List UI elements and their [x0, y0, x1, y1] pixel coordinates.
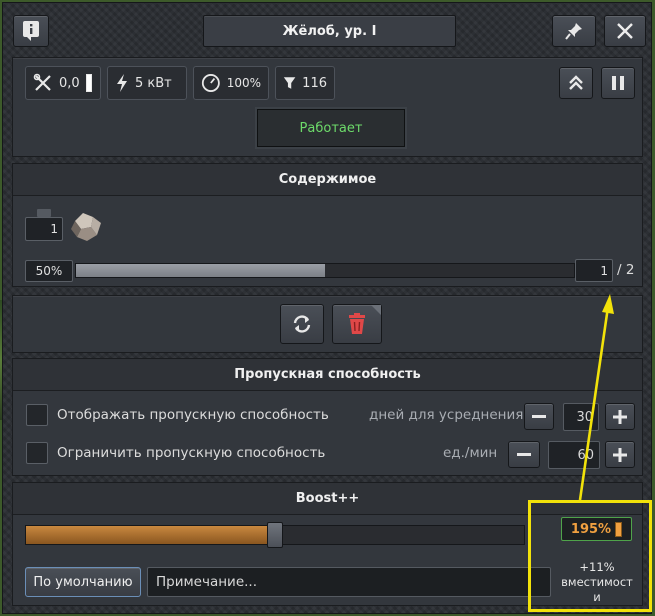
info-icon — [23, 21, 39, 41]
item-count-box: 1 — [25, 217, 63, 241]
filter-value: 116 — [302, 75, 327, 91]
corner-fold — [371, 305, 381, 315]
state-display: Работает — [257, 109, 405, 147]
days-minus-button[interactable] — [524, 403, 554, 430]
contents-title: Содержимое — [13, 164, 642, 196]
filter-icon — [283, 77, 296, 89]
wrench-icon — [33, 73, 51, 91]
building-window: Жёлоб, ур. I 0,0 5 кВт 100% 116 Работает… — [2, 2, 652, 614]
trash-icon — [349, 313, 365, 334]
item-count-tab — [37, 209, 51, 217]
double-chevron-up-icon — [569, 75, 583, 90]
fill-percent: 50% — [35, 264, 63, 278]
title-plate: Жёлоб, ур. I — [203, 15, 456, 47]
boost-bar-icon — [615, 521, 623, 537]
state-label: Работает — [299, 120, 363, 136]
delete-button[interactable] — [332, 304, 382, 344]
days-value: 30 — [576, 409, 593, 425]
repair-value: 0,0 — [59, 75, 80, 91]
item-count: 1 — [50, 222, 58, 236]
lightning-icon — [117, 74, 127, 92]
plus-icon — [613, 409, 627, 424]
boost-slider[interactable] — [25, 522, 525, 548]
boost-percent: 195% — [570, 521, 612, 537]
repair-indicator: 0,0 — [25, 66, 101, 100]
window-title: Жёлоб, ур. I — [282, 23, 377, 39]
efficiency-value: 100% — [226, 76, 261, 90]
slot-max: / 2 — [617, 262, 635, 278]
rock-icon[interactable] — [69, 209, 103, 243]
pause-button[interactable] — [601, 67, 635, 99]
minus-icon — [517, 452, 531, 456]
minus-icon — [532, 414, 546, 418]
swap-button[interactable] — [280, 304, 324, 344]
default-button[interactable]: По умолчанию — [25, 567, 141, 597]
actions-panel — [12, 295, 643, 353]
boost-title: Boost++ — [13, 483, 642, 515]
refresh-icon — [293, 315, 311, 333]
units-minus-button[interactable] — [508, 441, 540, 468]
fill-bar — [75, 263, 575, 278]
boost-slider-fill — [26, 526, 275, 544]
boost-slider-thumb[interactable] — [267, 522, 283, 548]
limit-throughput-label: Ограничить пропускную способность — [57, 445, 326, 461]
note-input[interactable] — [147, 567, 551, 597]
fill-percent-box: 50% — [25, 260, 73, 282]
close-button[interactable] — [604, 15, 646, 47]
units-value: 60 — [577, 447, 594, 463]
units-label: ед./мин — [443, 445, 498, 461]
limit-throughput-checkbox[interactable] — [26, 442, 48, 464]
fill-bar-progress — [76, 264, 325, 277]
pin-button[interactable] — [552, 15, 596, 47]
days-label: дней для усреднения — [369, 407, 524, 423]
days-plus-button[interactable] — [605, 403, 635, 430]
throughput-title: Пропускная способность — [13, 359, 642, 391]
show-throughput-label: Отображать пропускную способность — [57, 407, 329, 423]
repair-bar — [85, 74, 92, 92]
slot-value-box[interactable]: 1 — [575, 259, 613, 282]
boost-bonus-text: +11% вместимост и — [561, 560, 633, 604]
close-icon — [617, 23, 633, 39]
power-indicator: 5 кВт — [107, 66, 187, 100]
plus-icon — [613, 447, 627, 462]
pause-icon — [612, 76, 624, 90]
units-input[interactable]: 60 — [548, 441, 600, 469]
filter-indicator: 116 — [275, 66, 335, 100]
pin-icon — [565, 23, 582, 40]
days-input[interactable]: 30 — [563, 403, 599, 431]
boost-percent-box: 195% — [561, 517, 632, 541]
boost-bonus: +11% вместимост и — [557, 545, 637, 605]
show-throughput-checkbox[interactable] — [26, 404, 48, 426]
slot-value: 1 — [600, 263, 608, 278]
efficiency-indicator: 100% — [193, 66, 269, 100]
units-plus-button[interactable] — [605, 441, 635, 468]
default-button-label: По умолчанию — [33, 574, 133, 590]
gauge-icon — [201, 74, 220, 92]
info-button[interactable] — [13, 15, 49, 47]
power-value: 5 кВт — [135, 75, 172, 91]
priority-up-button[interactable] — [559, 67, 593, 99]
